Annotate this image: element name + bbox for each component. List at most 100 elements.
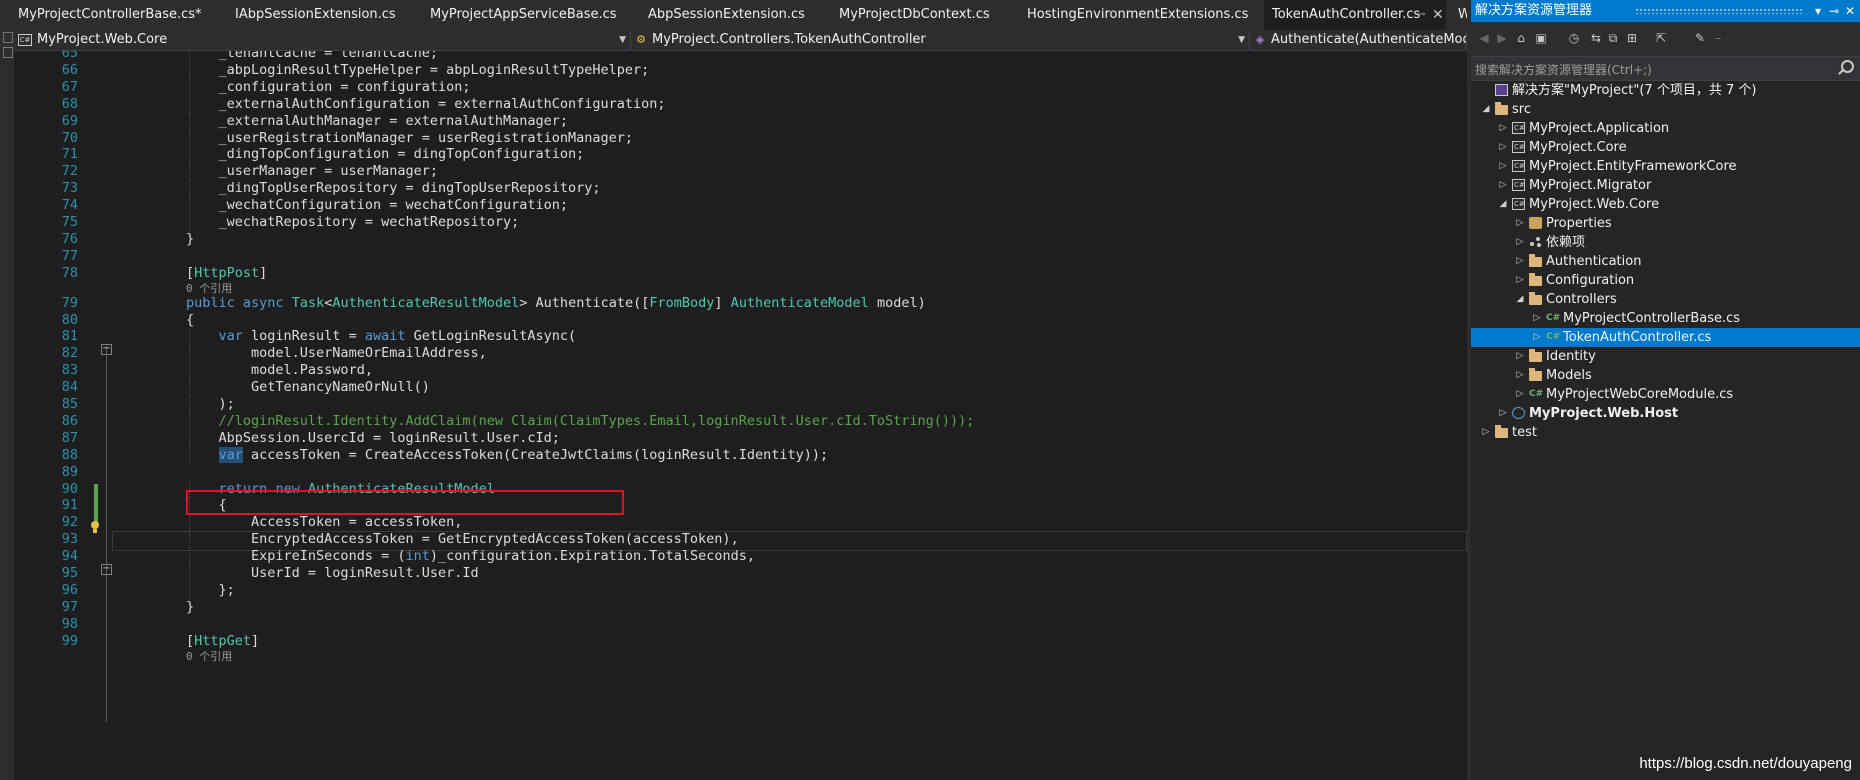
collapsed-arrow-icon[interactable]: ▷ [1532,309,1542,328]
code-line[interactable]: _tenantCache = tenantCache; [219,51,438,61]
tab-hostingenvironmentextensions[interactable]: HostingEnvironmentExtensions.cs [1027,0,1248,30]
code-line[interactable]: _externalAuthConfiguration = externalAut… [219,96,666,112]
tab-myprojectappservicebase[interactable]: MyProjectAppServiceBase.cs [430,0,617,30]
tree-item[interactable]: ◢ Controllers [1471,290,1860,309]
tree-item[interactable]: ◢ src [1471,100,1860,119]
code-line[interactable]: } [186,599,194,615]
collapse-all-icon[interactable]: ⧉ [1606,31,1620,45]
preview-icon[interactable]: ⇱ [1654,31,1668,45]
code-line[interactable]: model.Password, [251,362,373,378]
collapsed-arrow-icon[interactable]: ▷ [1515,366,1525,385]
code-editor[interactable]: − − 65 _tenantCache = tenantCache; 66 _abpL… [14,51,1467,780]
close-icon[interactable]: ✕ [1432,0,1444,30]
member-dropdown[interactable]: ◈ Authenticate(AuthenticateModel model) [1250,30,1467,50]
tree-item[interactable]: ▷ MyProjectWebCoreModule.cs [1471,385,1860,404]
pin-icon[interactable]: ⊸ [1829,0,1839,22]
close-icon[interactable]: ✕ [1845,0,1855,22]
drag-grip[interactable] [1635,8,1804,14]
expanded-arrow-icon[interactable]: ◢ [1481,100,1491,119]
project-dropdown[interactable]: C# MyProject.Web.Core ▼ [14,30,631,50]
switch-views-icon[interactable]: ▣ [1534,31,1548,45]
tab-abpsessionextension[interactable]: AbpSessionExtension.cs [648,0,805,30]
tree-item[interactable]: ▷ MyProjectControllerBase.cs [1471,309,1860,328]
solution-search-input[interactable]: 搜索解决方案资源管理器(Ctrl+;) [1471,56,1860,81]
code-line[interactable]: [HttpGet] [186,633,259,649]
tree-item[interactable]: ▷ MyProject.EntityFrameworkCore [1471,157,1860,176]
code-line[interactable]: _dingTopUserRepository = dingTopUserRepo… [219,180,601,196]
collapsed-arrow-icon[interactable]: ▷ [1515,233,1525,252]
collapsed-arrow-icon[interactable]: ▷ [1515,252,1525,271]
code-line[interactable]: AccessToken = accessToken, [251,514,462,530]
collapse-toggle-icon[interactable]: − [101,564,112,575]
history-icon[interactable]: ◷ [1567,31,1581,45]
pin-icon[interactable]: ⊸ [1417,0,1425,30]
home-icon[interactable]: ⌂ [1514,31,1528,45]
collapse-toggle-icon[interactable]: − [101,344,112,355]
code-line[interactable]: [HttpPost] [186,265,267,281]
tree-item[interactable]: ▷ Identity [1471,347,1860,366]
tab-overflow[interactable]: W [1458,0,1467,30]
tree-item[interactable]: ▷ test [1471,423,1860,442]
codelens-reference-count[interactable]: 0 个引用 [186,648,232,664]
tree-item[interactable]: ▷ MyProject.Core [1471,138,1860,157]
properties-icon[interactable]: ✎ [1693,31,1707,45]
server-explorer-icon[interactable] [3,47,13,58]
pin-icon[interactable]: – [1711,31,1725,45]
sync-icon[interactable]: ⇆ [1589,31,1603,45]
lightbulb-icon[interactable] [89,521,101,534]
code-line[interactable]: _wechatRepository = wechatRepository; [219,214,520,230]
collapsed-arrow-icon[interactable]: ▷ [1515,385,1525,404]
tree-item[interactable]: ▷ 依赖项 [1471,233,1860,252]
tab-tokenauthcontroller[interactable]: TokenAuthController.cs ⊸ ✕ [1264,0,1446,30]
code-line[interactable]: public async Task<AuthenticateResultMode… [186,295,926,311]
code-line[interactable]: _dingTopConfiguration = dingTopConfigura… [219,146,585,162]
toolbox-icon[interactable] [3,32,13,43]
code-line[interactable]: _abpLoginResultTypeHelper = abpLoginResu… [219,62,650,78]
code-line[interactable]: var loginResult = await GetLoginResultAs… [219,328,577,344]
codelens-reference-count[interactable]: 0 个引用 [186,280,232,296]
collapsed-arrow-icon[interactable]: ▷ [1498,404,1508,423]
code-line[interactable]: ); [219,396,235,412]
show-all-files-icon[interactable]: ⊞ [1625,31,1639,45]
code-line[interactable]: AbpSession.UsercId = loginResult.User.cI… [219,430,560,446]
code-line[interactable]: _configuration = configuration; [219,79,471,95]
collapsed-arrow-icon[interactable]: ▷ [1515,347,1525,366]
collapsed-arrow-icon[interactable]: ▷ [1515,271,1525,290]
code-line[interactable]: var accessToken = CreateAccessToken(Crea… [218,446,828,463]
collapsed-arrow-icon[interactable]: ▷ [1498,138,1508,157]
code-line[interactable]: _userRegistrationManager = userRegistrat… [219,130,634,146]
tree-item[interactable]: ▷ MyProject.Migrator [1471,176,1860,195]
code-line[interactable]: _externalAuthManager = externalAuthManag… [219,113,569,129]
tab-iabpsessionextension[interactable]: IAbpSessionExtension.cs [235,0,396,30]
collapsed-arrow-icon[interactable]: ▷ [1481,423,1491,442]
tab-myprojectdbcontext[interactable]: MyProjectDbContext.cs [839,0,990,30]
type-dropdown[interactable]: ⚙ MyProject.Controllers.TokenAuthControll… [631,30,1250,50]
tree-item[interactable]: ▷ Authentication [1471,252,1860,271]
forward-icon[interactable]: ▶ [1495,31,1509,45]
collapsed-arrow-icon[interactable]: ▷ [1498,176,1508,195]
code-line[interactable]: { [186,312,194,328]
window-menu-icon[interactable]: ▾ [1815,0,1821,22]
collapsed-arrow-icon[interactable]: ▷ [1498,119,1508,138]
tree-item[interactable]: ▷ MyProject.Application [1471,119,1860,138]
expanded-arrow-icon[interactable]: ◢ [1498,195,1508,214]
code-line[interactable]: EncryptedAccessToken = GetEncryptedAcces… [251,531,739,547]
collapsed-arrow-icon[interactable]: ▷ [1515,214,1525,233]
code-line[interactable]: ExpireInSeconds = (int)_configuration.Ex… [251,548,755,564]
tree-item[interactable]: ◢ MyProject.Web.Core [1471,195,1860,214]
collapsed-arrow-icon[interactable]: ▷ [1498,157,1508,176]
code-line[interactable]: model.UserNameOrEmailAddress, [251,345,487,361]
tree-item[interactable]: ▷ Properties [1471,214,1860,233]
tab-myprojectcontrollerbase[interactable]: MyProjectControllerBase.cs* [18,0,202,30]
back-icon[interactable]: ◀ [1477,31,1491,45]
code-line[interactable]: _wechatConfiguration = wechatConfigurati… [219,197,569,213]
tree-item[interactable]: ▷ Configuration [1471,271,1860,290]
tree-item[interactable]: ▷ TokenAuthController.cs [1471,328,1860,347]
code-line[interactable]: }; [219,582,235,598]
tree-item[interactable]: 解决方案"MyProject"(7 个项目，共 7 个) [1471,81,1860,100]
code-line[interactable]: _userManager = userManager; [219,163,438,179]
code-line[interactable]: //loginResult.Identity.AddClaim(new Clai… [219,413,975,429]
code-line[interactable]: } [186,231,194,247]
search-icon[interactable] [1841,60,1854,73]
tree-item[interactable]: ▷ Models [1471,366,1860,385]
